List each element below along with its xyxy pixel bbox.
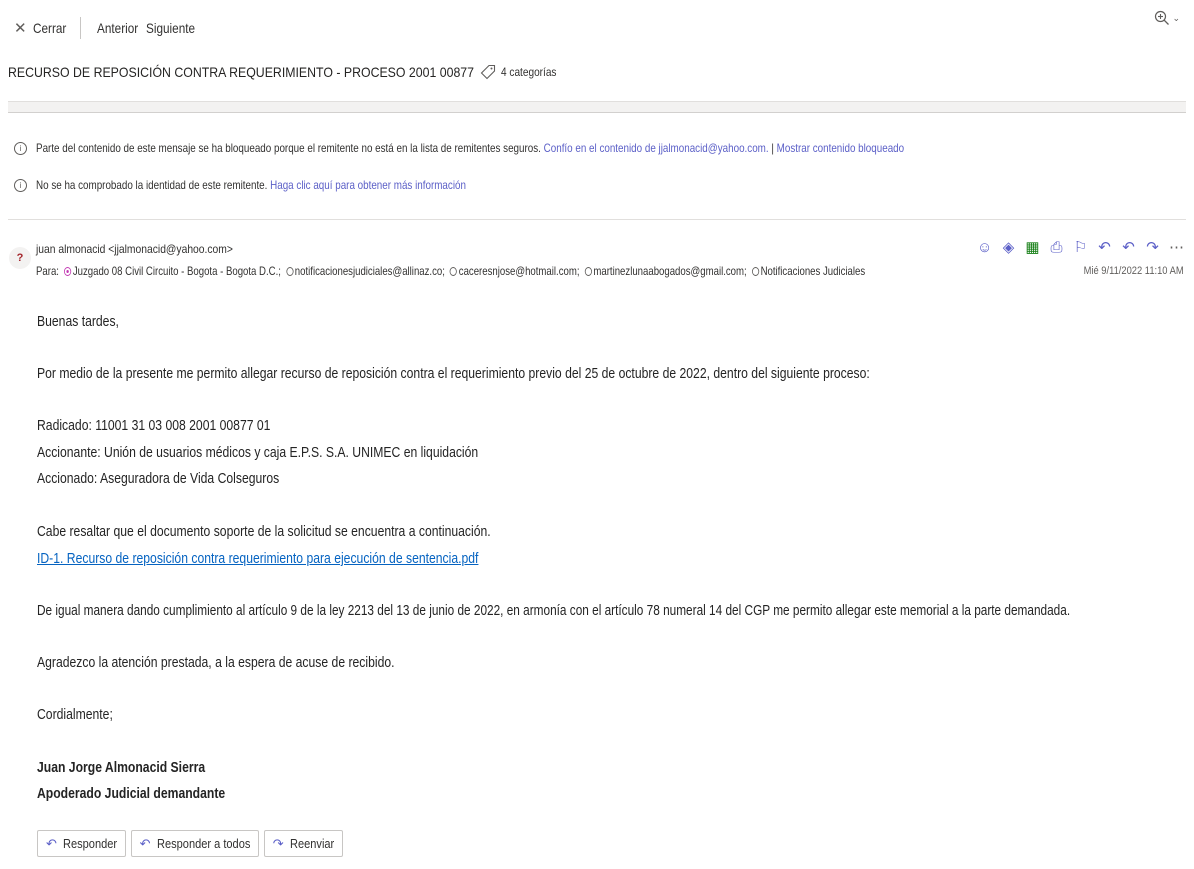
categories-button[interactable]: 4 categorías bbox=[480, 64, 557, 80]
emoji-react-icon[interactable]: ☺ bbox=[977, 239, 992, 256]
recipient-4[interactable]: martinezlunaabogados@gmail.com; bbox=[593, 264, 746, 278]
presence-icon bbox=[751, 267, 759, 277]
more-info-link[interactable]: Haga clic aquí para obtener más informac… bbox=[270, 178, 466, 192]
reply-icon[interactable]: ↶ bbox=[1097, 238, 1112, 256]
closing-text: Cordialmente; bbox=[37, 707, 113, 723]
presence-icon bbox=[449, 267, 458, 277]
paragraph-1-text: Por medio de la presente me permito alle… bbox=[37, 366, 870, 382]
to-label: Para: bbox=[36, 264, 59, 278]
categories-label: 4 categorías bbox=[500, 65, 557, 79]
more-options-icon[interactable]: ⋯ bbox=[1169, 238, 1184, 256]
tag-icon bbox=[480, 64, 495, 80]
next-label: Siguiente bbox=[145, 20, 195, 36]
forward-label: Reenviar bbox=[289, 836, 334, 851]
trust-sender-link[interactable]: Confío en el contenido de jjalmonacid@ya… bbox=[544, 141, 769, 155]
close-button[interactable]: ✕ Cerrar bbox=[14, 19, 66, 37]
reply-button[interactable]: ↶ Responder bbox=[37, 830, 126, 857]
signature-title-text: Apoderado Judicial demandante bbox=[37, 786, 226, 802]
message-subject-row: RECURSO DE REPOSICIÓN CONTRA REQUERIMIEN… bbox=[8, 64, 556, 80]
presence-icon bbox=[64, 267, 72, 277]
greeting-text: Buenas tardes, bbox=[37, 314, 119, 330]
toolbar-divider bbox=[79, 17, 81, 39]
blocked-notice-text: Parte del contenido de este mensaje se h… bbox=[36, 141, 541, 155]
paragraph-3-text: De igual manera dando cumplimiento al ar… bbox=[37, 603, 1071, 619]
attachment-link[interactable]: ID-1. Recurso de reposición contra reque… bbox=[37, 551, 563, 567]
apps-icon[interactable]: ▦ bbox=[1025, 238, 1040, 256]
recipient-3[interactable]: caceresnjose@hotmail.com; bbox=[459, 264, 580, 278]
notice-separator: | bbox=[768, 141, 777, 155]
previous-label: Anterior bbox=[96, 20, 138, 36]
message-subject: RECURSO DE REPOSICIÓN CONTRA REQUERIMIEN… bbox=[8, 64, 475, 80]
notices-divider bbox=[8, 219, 1186, 220]
zoom-button[interactable]: ⌄ bbox=[1154, 10, 1180, 26]
message-date-text: Mié 9/11/2022 11:10 AM bbox=[1084, 265, 1184, 277]
identity-notice-text: No se ha comprobado la identidad de este… bbox=[36, 178, 268, 192]
signature-name-text: Juan Jorge Almonacid Sierra bbox=[37, 760, 206, 776]
close-label: Cerrar bbox=[32, 20, 66, 36]
reply-all-icon: ↶ bbox=[139, 835, 151, 851]
body-paragraph-4: Agradezco la atención prestada, a la esp… bbox=[37, 655, 463, 671]
avatar[interactable]: ? bbox=[9, 247, 31, 269]
forward-icon[interactable]: ↷ bbox=[1145, 238, 1160, 256]
chevron-down-icon: ⌄ bbox=[1172, 12, 1180, 23]
body-accionado: Accionado: Aseguradora de Vida Colseguro… bbox=[37, 471, 325, 487]
recipients-line: Para: Juzgado 08 Civil Circuito - Bogota… bbox=[36, 264, 1072, 278]
reply-all-icon[interactable]: ↶ bbox=[1121, 238, 1136, 256]
body-paragraph-3: De igual manera dando cumplimiento al ar… bbox=[37, 603, 1194, 619]
paragraph-2-text: Cabe resaltar que el documento soporte d… bbox=[37, 524, 491, 540]
body-paragraph-2: Cabe resaltar que el documento soporte d… bbox=[37, 524, 577, 540]
forward-icon: ↷ bbox=[272, 835, 284, 851]
next-button[interactable]: Siguiente bbox=[146, 20, 195, 36]
info-icon: i bbox=[14, 178, 27, 192]
reply-label: Responder bbox=[62, 836, 117, 851]
reply-bar: ↶ Responder ↶ Responder a todos ↷ Reenvi… bbox=[37, 830, 343, 857]
message-actions: ☺ ◈ ▦ ⎙ ⚐ ↶ ↶ ↷ ⋯ bbox=[977, 238, 1184, 257]
show-blocked-content-link[interactable]: Mostrar contenido bloqueado bbox=[777, 141, 904, 155]
accionante-text: Accionante: Unión de usuarios médicos y … bbox=[37, 445, 479, 461]
flag-icon[interactable]: ⚐ bbox=[1073, 238, 1088, 256]
info-icon: i bbox=[14, 141, 27, 155]
header-separator-bar bbox=[8, 101, 1186, 113]
body-accionante: Accionante: Unión de usuarios médicos y … bbox=[37, 445, 562, 461]
sensitivity-icon[interactable]: ◈ bbox=[1001, 238, 1016, 256]
forward-button[interactable]: ↷ Reenviar bbox=[263, 830, 343, 857]
attachment-link-text[interactable]: ID-1. Recurso de reposición contra reque… bbox=[37, 551, 478, 567]
print-icon[interactable]: ⎙ bbox=[1049, 239, 1064, 256]
sender-address: juan almonacid <jjalmonacid@yahoo.com> bbox=[36, 242, 233, 256]
body-closing: Cordialmente; bbox=[37, 707, 127, 723]
reading-toolbar: ✕ Cerrar Anterior Siguiente bbox=[14, 14, 195, 42]
close-icon: ✕ bbox=[14, 20, 27, 37]
recipient-2[interactable]: notificacionesjudiciales@allinaz.co; bbox=[295, 264, 445, 278]
zoom-icon bbox=[1155, 10, 1170, 25]
message-date: Mié 9/11/2022 11:10 AM bbox=[1066, 265, 1184, 277]
body-paragraph-1: Por medio de la presente me permito alle… bbox=[37, 366, 1028, 382]
reply-all-button[interactable]: ↶ Responder a todos bbox=[130, 830, 259, 857]
previous-button[interactable]: Anterior bbox=[97, 20, 138, 36]
reply-icon: ↶ bbox=[46, 835, 57, 851]
recipient-5[interactable]: Notificaciones Judiciales bbox=[761, 264, 866, 278]
reply-all-label: Responder a todos bbox=[156, 836, 250, 851]
signature-name: Juan Jorge Almonacid Sierra bbox=[37, 760, 237, 776]
blocked-content-notice: i Parte del contenido de este mensaje se… bbox=[14, 141, 1095, 155]
accionado-text: Accionado: Aseguradora de Vida Colseguro… bbox=[37, 471, 280, 487]
radicado-text: Radicado: 11001 31 03 008 2001 00877 01 bbox=[37, 418, 271, 434]
body-greeting: Buenas tardes, bbox=[37, 314, 135, 330]
recipient-1[interactable]: Juzgado 08 Civil Circuito - Bogota - Bog… bbox=[73, 264, 281, 278]
paragraph-4-text: Agradezco la atención prestada, a la esp… bbox=[37, 655, 395, 671]
body-radicado: Radicado: 11001 31 03 008 2001 00877 01 bbox=[37, 418, 315, 434]
identity-notice: i No se ha comprobado la identidad de es… bbox=[14, 178, 560, 192]
presence-icon bbox=[584, 267, 592, 277]
sender-name[interactable]: juan almonacid <jjalmonacid@yahoo.com> bbox=[36, 242, 265, 256]
presence-icon bbox=[286, 267, 294, 277]
signature-title: Apoderado Judicial demandante bbox=[37, 786, 261, 802]
